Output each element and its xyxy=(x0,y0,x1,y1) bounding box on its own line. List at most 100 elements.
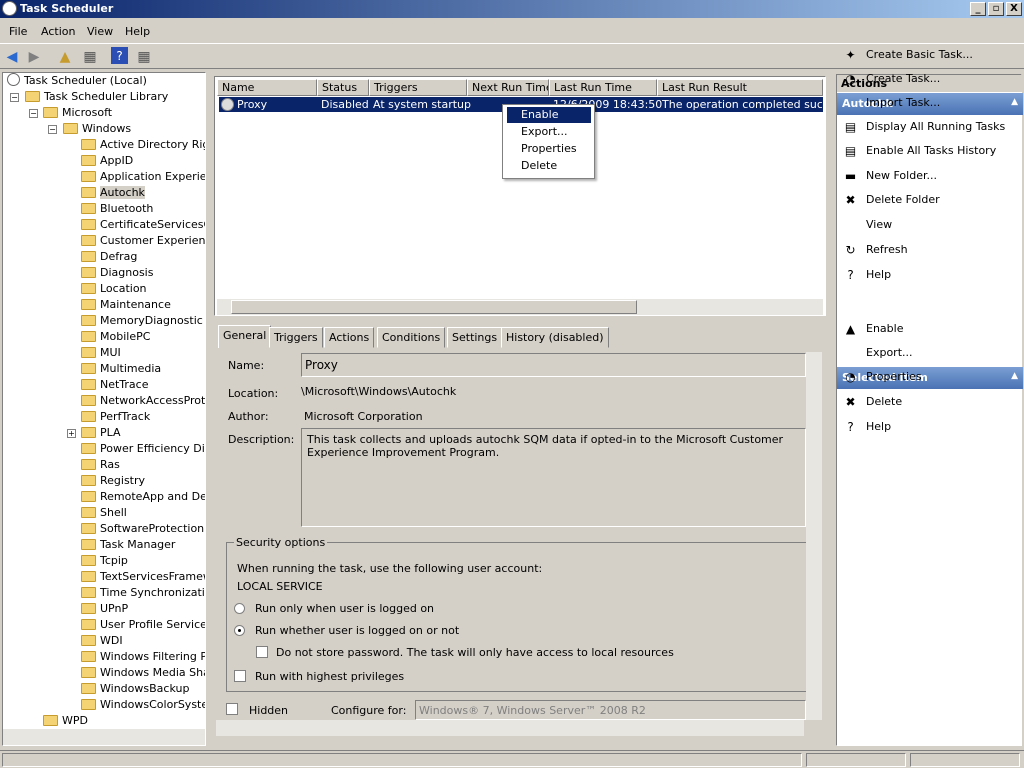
help-icon[interactable]: ? xyxy=(111,47,128,64)
tree-folder[interactable]: Customer Experience xyxy=(81,233,205,249)
tree-folder[interactable]: Location xyxy=(81,281,147,297)
details-vertical-scrollbar[interactable] xyxy=(806,352,822,720)
description-field[interactable]: This task collects and uploads autochk S… xyxy=(301,428,806,527)
tree-horizontal-scrollbar[interactable] xyxy=(3,729,205,745)
tree-library[interactable]: Task Scheduler Library xyxy=(25,89,168,105)
tree-folder[interactable]: Application Experience xyxy=(81,169,205,185)
tab-settings[interactable]: Settings xyxy=(447,327,503,348)
tree-folder[interactable]: WDI xyxy=(81,633,123,649)
tab-actions[interactable]: Actions xyxy=(324,327,375,348)
tree-folder[interactable]: Ras xyxy=(81,457,120,473)
tree-folder[interactable]: RemoteApp and Desktop xyxy=(81,489,205,505)
tasklist-horizontal-scrollbar[interactable] xyxy=(217,299,823,315)
autochk-action[interactable]: ◔ Create Task... xyxy=(841,69,940,89)
autochk-action[interactable]: View xyxy=(841,215,892,235)
ctx-properties[interactable]: Properties xyxy=(507,141,591,157)
tree-folder[interactable]: Tcpip xyxy=(81,553,128,569)
tab-conditions[interactable]: Conditions xyxy=(377,327,446,348)
tree-windows[interactable]: Windows xyxy=(63,121,131,137)
name-field[interactable]: Proxy xyxy=(301,353,806,377)
radio-whether-logged[interactable] xyxy=(234,625,245,636)
tree-folder[interactable]: Maintenance xyxy=(81,297,171,313)
hidden-checkbox[interactable] xyxy=(226,703,238,715)
back-icon[interactable]: ◀ xyxy=(2,47,22,67)
tree-folder[interactable]: Diagnosis xyxy=(81,265,153,281)
tree-folder[interactable]: Shell xyxy=(81,505,127,521)
tree-folder[interactable]: Active Directory Rights xyxy=(81,137,205,153)
minimize-button[interactable]: _ xyxy=(970,2,986,16)
tree-folder[interactable]: TextServicesFramework xyxy=(81,569,205,585)
tree-folder[interactable]: Registry xyxy=(81,473,145,489)
tree-folder[interactable]: CertificateServicesClient xyxy=(81,217,205,233)
collapse-section-icon[interactable]: ▲ xyxy=(1011,97,1018,107)
menu-help[interactable]: Help xyxy=(125,25,150,38)
tree-folder[interactable]: Bluetooth xyxy=(81,201,153,217)
tree-folder[interactable]: AppID xyxy=(81,153,133,169)
autochk-action[interactable]: ▤ Display All Running Tasks xyxy=(841,117,1005,137)
tree-folder[interactable]: MemoryDiagnostic xyxy=(81,313,203,329)
expand-icon[interactable]: + xyxy=(67,429,76,438)
tree-root[interactable]: Task Scheduler (Local) xyxy=(7,73,147,89)
col-last-result[interactable]: Last Run Result xyxy=(657,79,823,96)
autochk-action[interactable]: ? Help xyxy=(841,265,891,285)
tree-wpd[interactable]: WPD xyxy=(43,713,88,729)
tree-folder[interactable]: PLA xyxy=(81,425,121,441)
col-name[interactable]: Name xyxy=(217,79,317,96)
selected-item-action[interactable]: ? Help xyxy=(841,417,891,437)
tree-folder[interactable]: Task Manager xyxy=(81,537,175,553)
collapse-icon[interactable]: − xyxy=(48,125,57,134)
selected-item-action[interactable]: ▲ Enable xyxy=(841,319,904,339)
selected-item-action[interactable]: ◔ Properties xyxy=(841,367,921,387)
configure-select[interactable]: Windows® 7, Windows Server™ 2008 R2 xyxy=(415,700,806,720)
autochk-action[interactable]: ↻ Refresh xyxy=(841,240,907,260)
up-folder-icon[interactable]: ▲ xyxy=(55,47,75,67)
maximize-button[interactable]: ▫ xyxy=(988,2,1004,16)
close-button[interactable]: X xyxy=(1006,2,1022,16)
autochk-action[interactable]: Import Task... xyxy=(841,93,940,113)
tree-folder[interactable]: SoftwareProtectionPlatform xyxy=(81,521,205,537)
tree-folder[interactable]: Multimedia xyxy=(81,361,161,377)
details-horizontal-scrollbar[interactable] xyxy=(216,720,804,736)
autochk-action[interactable]: ▬ New Folder... xyxy=(841,166,937,186)
tree-folder[interactable]: NetTrace xyxy=(81,377,149,393)
menu-view[interactable]: View xyxy=(87,25,113,38)
tab-triggers[interactable]: Triggers xyxy=(269,327,323,348)
autochk-action[interactable]: ▤ Enable All Tasks History xyxy=(841,141,996,161)
tab-general[interactable]: General xyxy=(218,325,272,348)
tree-folder[interactable]: Power Efficiency Diagnostics xyxy=(81,441,205,457)
radio-logged-on[interactable] xyxy=(234,603,245,614)
tree-folder[interactable]: PerfTrack xyxy=(81,409,150,425)
tree-folder[interactable]: Defrag xyxy=(81,249,137,265)
tree-microsoft[interactable]: Microsoft xyxy=(43,105,112,121)
ctx-enable[interactable]: Enable xyxy=(507,107,591,123)
col-status[interactable]: Status xyxy=(317,79,369,96)
show-hide-tree-icon[interactable]: ▦ xyxy=(80,47,100,67)
tree-folder[interactable]: Autochk xyxy=(81,185,145,201)
autochk-action[interactable]: ✦ Create Basic Task... xyxy=(841,45,972,65)
col-next-run[interactable]: Next Run Time xyxy=(467,79,549,96)
selected-item-action[interactable]: Export... xyxy=(841,343,913,363)
tree-folder[interactable]: User Profile Service xyxy=(81,617,205,633)
selected-item-action[interactable]: ✖ Delete xyxy=(841,392,902,412)
autochk-action[interactable]: ✖ Delete Folder xyxy=(841,190,939,210)
forward-icon[interactable]: ▶ xyxy=(24,47,44,67)
collapse-icon[interactable]: − xyxy=(29,109,38,118)
menu-action[interactable]: Action xyxy=(41,25,75,38)
tree-folder[interactable]: UPnP xyxy=(81,601,128,617)
highest-privileges-checkbox[interactable] xyxy=(234,670,246,682)
show-hide-action-pane-icon[interactable]: ▦ xyxy=(134,47,154,67)
tree-folder[interactable]: WindowsColorSystem xyxy=(81,697,205,713)
col-last-run[interactable]: Last Run Time xyxy=(549,79,657,96)
collapse-section-icon[interactable]: ▲ xyxy=(1011,371,1018,381)
tab-history[interactable]: History (disabled) xyxy=(501,327,609,348)
menu-file[interactable]: File xyxy=(9,25,27,38)
tree-folder[interactable]: WindowsBackup xyxy=(81,681,189,697)
tree-folder[interactable]: NetworkAccessProtection xyxy=(81,393,205,409)
no-store-password-checkbox[interactable] xyxy=(256,646,268,658)
ctx-delete[interactable]: Delete xyxy=(507,158,591,174)
tree-folder[interactable]: Time Synchronization xyxy=(81,585,205,601)
tree-folder[interactable]: MobilePC xyxy=(81,329,150,345)
ctx-export[interactable]: Export... xyxy=(507,124,591,140)
tree-folder[interactable]: Windows Media Sharing xyxy=(81,665,205,681)
tree-folder[interactable]: Windows Filtering Platform xyxy=(81,649,205,665)
